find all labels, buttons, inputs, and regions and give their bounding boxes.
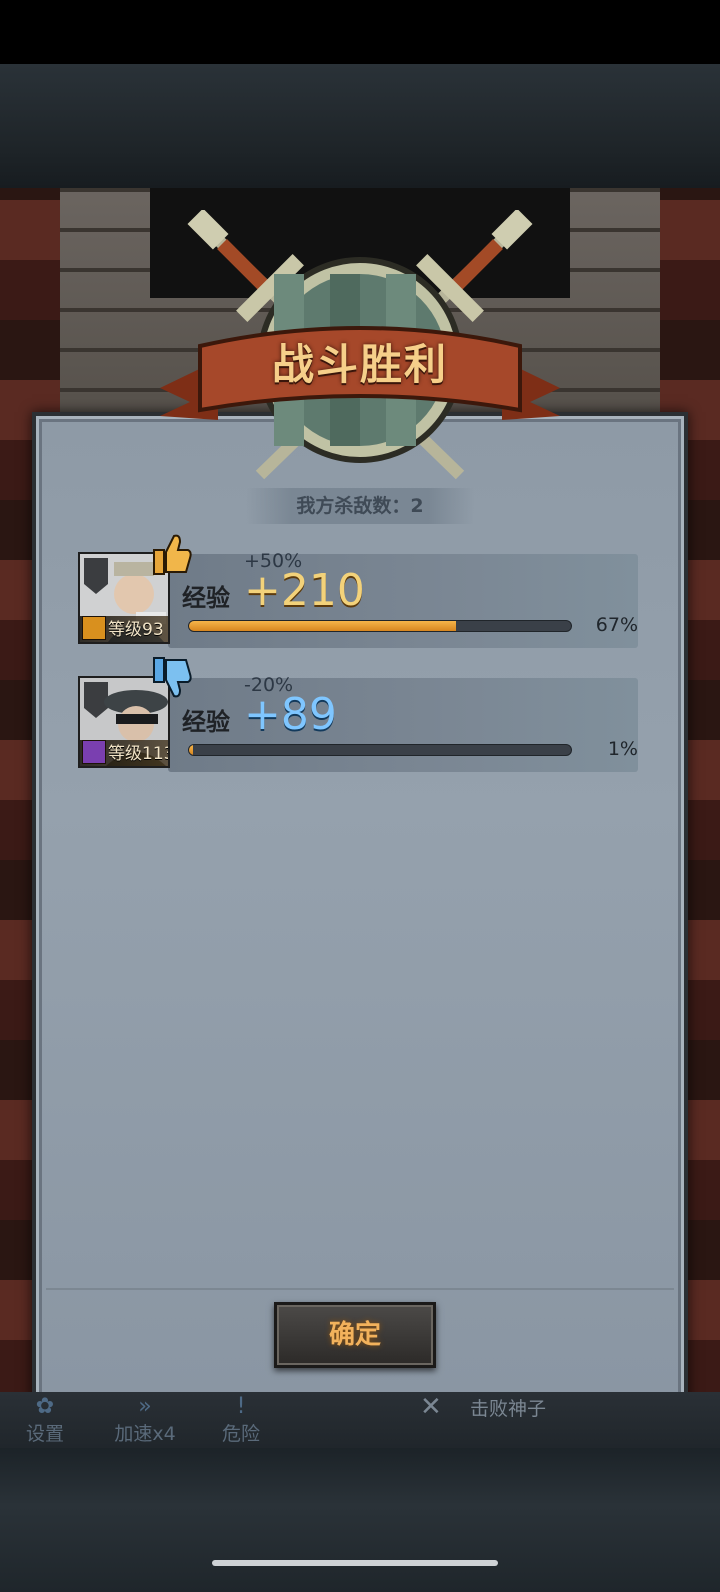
exp-gain: +210 — [244, 565, 365, 616]
danger-button[interactable]: ! 危险 — [206, 1392, 276, 1448]
thumbs-down-icon — [153, 657, 192, 698]
shield-class-icon — [82, 616, 106, 640]
thumbs-up-icon — [153, 534, 192, 575]
status-bar — [0, 0, 720, 64]
kill-count: 我方杀敌数：2 — [246, 488, 474, 524]
crossed-weapons-icon: ✕ — [420, 1392, 442, 1422]
row-background — [168, 678, 638, 772]
exp-progress-percent: 1% — [607, 738, 638, 760]
exp-label: 经验 — [182, 708, 230, 736]
hero-exp-row: 等级113 -20% 经验 +89 1% — [78, 657, 638, 774]
exp-progress-fill — [189, 621, 457, 631]
exp-progress-fill — [189, 745, 193, 755]
hero-level: 等级113 — [108, 744, 170, 764]
level-badge: 等级113 — [80, 740, 170, 766]
footer-area — [0, 1448, 720, 1592]
settings-button[interactable]: ✿ 设置 — [10, 1392, 80, 1448]
wand-class-icon — [82, 740, 106, 764]
exp-progress-bar — [188, 744, 572, 756]
top-band — [0, 64, 720, 188]
hero-level: 等级93 — [108, 620, 164, 640]
speed-button[interactable]: » 加速x4 — [100, 1392, 190, 1448]
home-indicator[interactable] — [212, 1560, 498, 1566]
warning-icon: ! — [236, 1394, 246, 1419]
hero-exp-row: 等级93 +50% 经验 +210 67% — [78, 534, 638, 650]
confirm-button[interactable]: 确定 — [274, 1302, 436, 1368]
level-badge: 等级93 — [80, 616, 168, 642]
row-background — [168, 554, 638, 648]
gear-icon: ✿ — [35, 1394, 55, 1419]
exp-label: 经验 — [182, 584, 230, 612]
fast-forward-icon: » — [138, 1394, 152, 1419]
exp-progress-bar — [188, 620, 572, 632]
exp-gain: +89 — [244, 689, 337, 740]
defeat-god-objective: 击败神子 — [470, 1398, 547, 1420]
victory-title: 战斗胜利 — [271, 340, 448, 389]
exp-progress-percent: 67% — [595, 614, 638, 636]
